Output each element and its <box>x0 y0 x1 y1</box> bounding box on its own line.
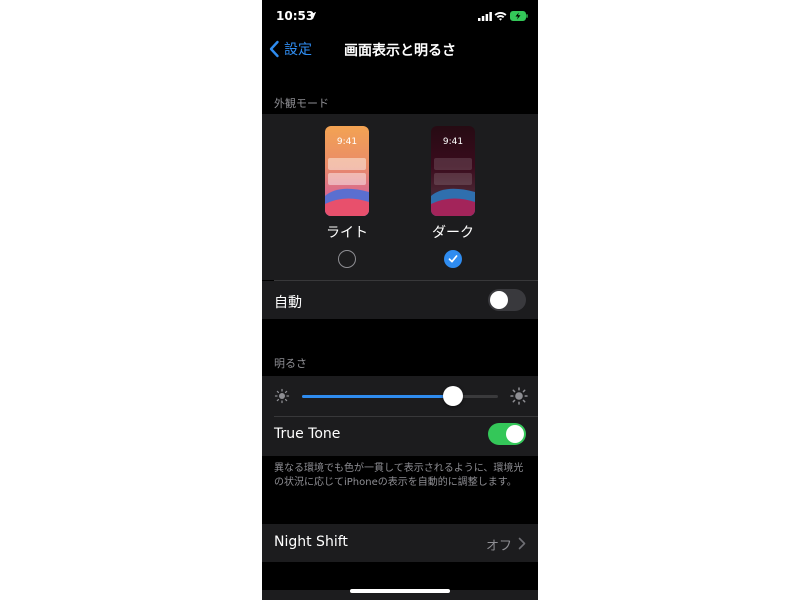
battery-charging-icon <box>510 11 528 21</box>
toggle-knob <box>490 291 508 309</box>
auto-appearance-label: 自動 <box>274 295 302 311</box>
page-title: 画面表示と明るさ <box>344 43 456 59</box>
chevron-left-icon <box>269 40 279 58</box>
night-shift-label: Night Shift <box>274 534 348 550</box>
brightness-cell: True Tone <box>262 376 538 456</box>
dark-mode-preview: 9:41 <box>431 126 475 216</box>
dark-mode-radio[interactable] <box>444 250 462 268</box>
status-bar: 10:53 <box>262 0 538 32</box>
appearance-option-light[interactable]: 9:41 ライト <box>317 126 377 268</box>
chevron-right-icon <box>518 537 526 550</box>
light-mode-preview: 9:41 <box>325 126 369 216</box>
signal-icon <box>478 12 492 21</box>
brightness-section-header: 明るさ <box>274 357 307 370</box>
location-arrow-icon <box>308 11 317 20</box>
slider-fill <box>302 395 453 398</box>
true-tone-description: 異なる環境でも色が一貫して表示されるように、環境光の状況に応じてiPhoneの表… <box>274 463 524 488</box>
preview-widget <box>328 158 366 170</box>
sun-small-icon <box>274 388 290 404</box>
phone-screen: 10:53 設定 画面表示と明るさ 外観モード 9:41 ライト 9:41 ダー… <box>262 0 538 600</box>
brightness-slider[interactable] <box>302 376 498 416</box>
night-shift-value: オフ <box>485 539 512 554</box>
sun-large-icon <box>510 387 528 405</box>
appearance-section-header: 外観モード <box>274 97 329 110</box>
true-tone-label: True Tone <box>274 426 341 442</box>
navigation-bar: 設定 画面表示と明るさ <box>262 32 538 66</box>
preview-time: 9:41 <box>442 137 464 147</box>
appearance-option-label: ライト <box>326 225 368 241</box>
appearance-option-dark[interactable]: 9:41 ダーク <box>423 126 483 268</box>
auto-appearance-toggle[interactable] <box>488 289 526 311</box>
slider-thumb[interactable] <box>442 386 463 406</box>
preview-widget <box>434 158 472 170</box>
light-mode-radio[interactable] <box>338 250 356 268</box>
appearance-option-label: ダーク <box>432 225 474 241</box>
true-tone-toggle[interactable] <box>488 423 526 445</box>
preview-time: 9:41 <box>336 137 358 147</box>
divider <box>274 416 538 417</box>
home-indicator[interactable] <box>350 589 450 593</box>
checkmark-icon <box>448 255 458 263</box>
preview-wallpaper-wave <box>431 188 475 216</box>
toggle-knob <box>506 425 524 443</box>
night-shift-row[interactable]: Night Shift オフ <box>262 524 538 562</box>
preview-wallpaper-wave <box>325 188 369 216</box>
back-button-label: 設定 <box>284 42 312 58</box>
appearance-cell: 9:41 ライト 9:41 ダーク <box>262 114 538 281</box>
wifi-icon <box>494 12 507 21</box>
auto-appearance-row: 自動 <box>262 281 538 319</box>
back-button[interactable]: 設定 <box>268 38 312 60</box>
